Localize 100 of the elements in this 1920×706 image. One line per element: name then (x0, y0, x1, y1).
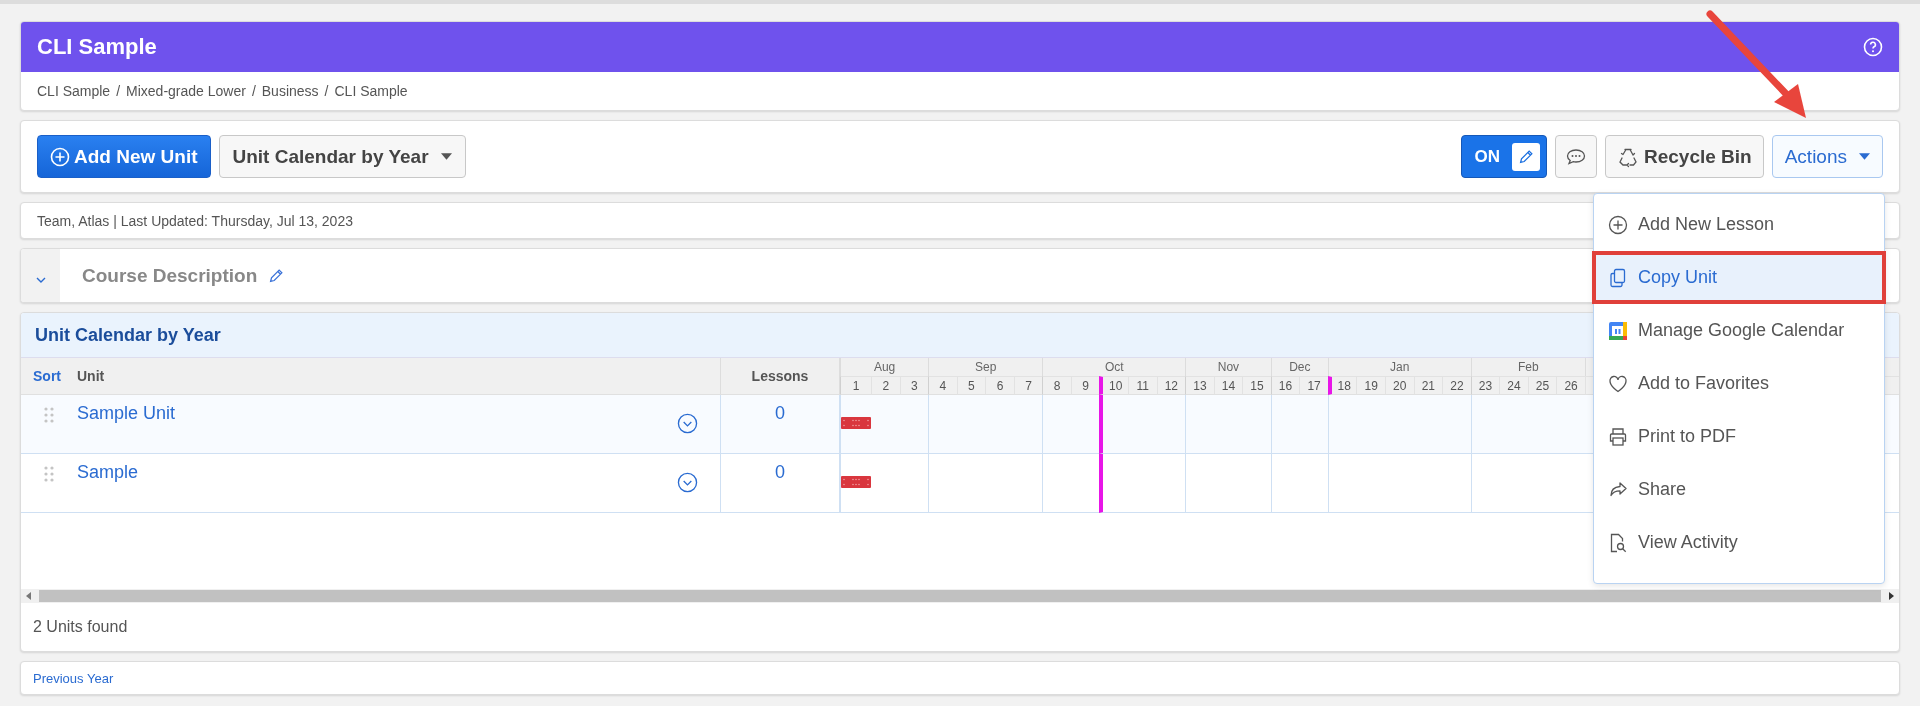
drag-handle-icon[interactable] (44, 407, 54, 423)
printer-icon (1608, 426, 1628, 447)
week-number: 19 (1356, 376, 1385, 395)
week-number: 25 (1527, 376, 1557, 395)
week-number: 18 (1327, 376, 1357, 395)
week-number: 21 (1413, 376, 1443, 395)
menu-item[interactable]: Add New Lesson (1594, 198, 1884, 251)
section-title: Course Description (82, 264, 258, 287)
week-number: 11 (1128, 376, 1157, 395)
week-number: 22 (1442, 376, 1471, 395)
breadcrumb-link[interactable]: Mixed-grade Lower (126, 83, 246, 99)
add-icon (1608, 214, 1628, 235)
breadcrumb-link[interactable]: CLI Sample (37, 83, 111, 99)
dropdown-icon[interactable] (677, 413, 698, 434)
calendar-cell (1470, 395, 1500, 454)
horizontal-scrollbar[interactable] (21, 589, 1899, 603)
week-number: 5 (956, 376, 986, 395)
add-unit-button[interactable]: Add New Unit (37, 135, 211, 178)
menu-item[interactable]: Print to PDF (1594, 410, 1884, 463)
unit-link[interactable]: Sample (77, 462, 139, 483)
week-number: 7 (1013, 376, 1043, 395)
month-label: Dec (1270, 358, 1328, 376)
caret-icon (440, 153, 452, 160)
week-number: 9 (1070, 376, 1100, 395)
week-number: 1 (840, 376, 871, 395)
week-number: 23 (1470, 376, 1500, 395)
actions-button[interactable]: Actions (1771, 135, 1883, 178)
breadcrumb-link[interactable]: Business (261, 83, 319, 99)
week-number: 20 (1385, 376, 1414, 395)
calendar-cell (1327, 454, 1357, 513)
scroll-right-icon[interactable] (1887, 592, 1895, 600)
month-label: Jan (1327, 358, 1471, 376)
week-number: 4 (928, 376, 957, 395)
previous-year-link[interactable]: Previous Year (33, 670, 114, 686)
menu-item[interactable]: Share (1594, 463, 1884, 516)
month-label: Nov (1185, 358, 1271, 376)
month-label: Feb (1470, 358, 1585, 376)
lesson-count[interactable]: 0 (775, 462, 785, 482)
sort-link[interactable]: Sort (21, 358, 77, 395)
breadcrumb-separator: / (251, 83, 256, 99)
breadcrumb-separator: / (116, 83, 121, 99)
week-number: 13 (1185, 376, 1214, 395)
help-icon[interactable] (1863, 37, 1883, 57)
scrollbar-thumb[interactable] (39, 590, 1881, 602)
week-number: 8 (1042, 376, 1071, 395)
calendar-cell (1070, 395, 1100, 454)
chevron-down-icon (35, 276, 46, 283)
week-number: 16 (1270, 376, 1300, 395)
menu-item[interactable]: Copy Unit (1592, 251, 1886, 304)
month-label: Oct (1042, 358, 1186, 376)
calendar-cell (928, 395, 957, 454)
document-search-icon (1608, 532, 1628, 553)
week-number: 6 (985, 376, 1014, 395)
month-label: Sep (928, 358, 1043, 376)
column-header: Unit (77, 358, 721, 395)
calendar-cell (1442, 395, 1471, 454)
month-label: Aug (840, 358, 929, 376)
plus-circle-icon (50, 146, 70, 167)
collapse-toggle[interactable] (21, 249, 60, 302)
dropdown-icon[interactable] (677, 472, 698, 493)
calendar-cell (1185, 454, 1214, 513)
calendar-cell (1299, 395, 1328, 454)
unit-link[interactable]: Sample Unit (77, 403, 176, 424)
recycle-bin-button[interactable]: Recycle Bin (1604, 135, 1764, 178)
menu-item[interactable]: Manage Google Calendar (1594, 304, 1884, 357)
view-select[interactable]: Unit Calendar by Year (218, 135, 466, 178)
week-number: 15 (1242, 376, 1271, 395)
week-number: 2 (871, 376, 900, 395)
speech-bubble-icon (1564, 146, 1587, 167)
lesson-count[interactable]: 0 (775, 403, 785, 423)
week-number: 12 (1156, 376, 1186, 395)
breadcrumb-link[interactable]: CLI Sample (334, 83, 408, 99)
calendar-cell (1242, 395, 1271, 454)
comment-button[interactable] (1554, 135, 1597, 178)
scroll-left-icon[interactable] (25, 592, 33, 600)
week-number: 10 (1099, 376, 1128, 395)
week-number: 26 (1556, 376, 1585, 395)
copy-icon (1608, 267, 1628, 288)
calendar-cell (1270, 454, 1300, 513)
menu-item[interactable]: View Activity (1594, 516, 1884, 569)
page-title: CLI Sample (37, 34, 157, 60)
calendar-cell (1156, 395, 1186, 454)
drag-handle-icon[interactable] (44, 466, 54, 482)
menu-item[interactable]: Add to Favorites (1594, 357, 1884, 410)
edit-toggle[interactable]: ON (1461, 135, 1547, 178)
week-number: 14 (1213, 376, 1243, 395)
week-number: 17 (1299, 376, 1328, 395)
calendar-cell (1042, 454, 1071, 513)
breadcrumb-separator: / (324, 83, 329, 99)
calendar-cell (1470, 454, 1500, 513)
calendar-cell (1185, 395, 1214, 454)
calendar-cell (1327, 395, 1357, 454)
column-header: Lessons (721, 358, 840, 395)
calendar-cell (899, 395, 929, 454)
week-number: 3 (899, 376, 929, 395)
calendar-cell (1042, 395, 1071, 454)
week-number: 24 (1499, 376, 1528, 395)
calendar-cell (1270, 395, 1300, 454)
calendar-cell (928, 454, 957, 513)
calendar-title: Unit Calendar by Year (35, 324, 221, 346)
